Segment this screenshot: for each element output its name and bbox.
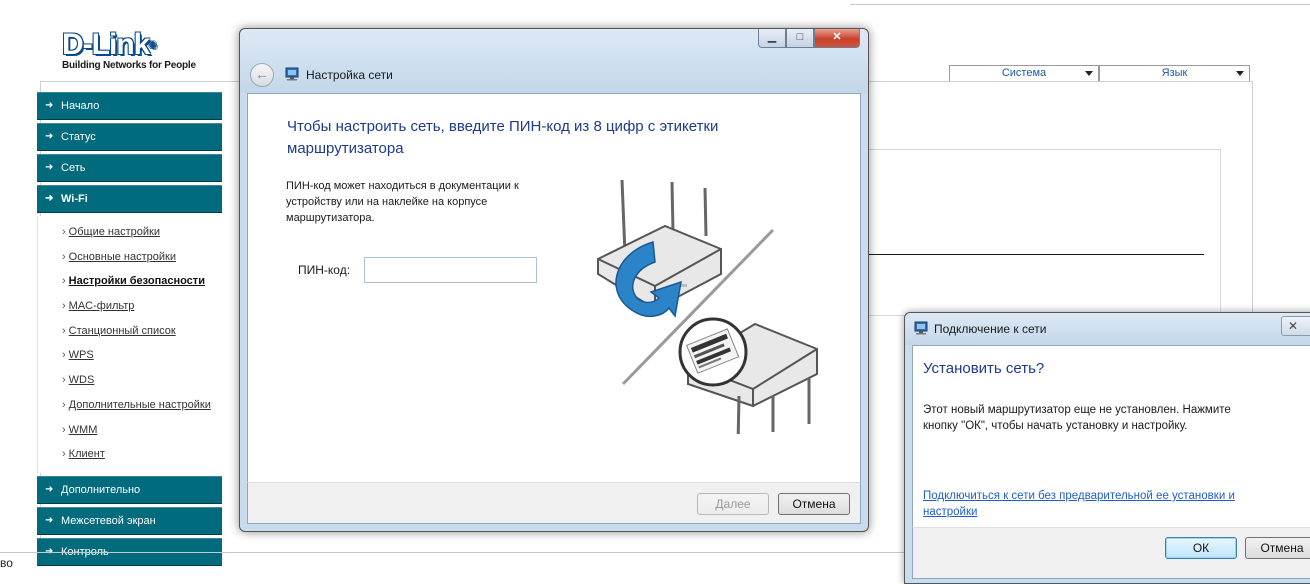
- submenu-item-mac-filter[interactable]: › MAC-фильтр: [38, 294, 222, 319]
- bullet-icon: ›: [62, 275, 66, 288]
- arrow-right-icon: ➜: [45, 483, 54, 495]
- sidebar-item-firewall[interactable]: ➜ Межсетевой экран: [37, 506, 222, 535]
- system-select[interactable]: Система: [949, 65, 1099, 82]
- submenu-item-security[interactable]: › Настройки безопасности: [38, 269, 222, 294]
- submenu-item-wps[interactable]: › WPS: [38, 343, 222, 368]
- submenu-item-basic[interactable]: › Основные настройки: [38, 245, 222, 270]
- content-panel: [860, 149, 1221, 316]
- bullet-icon: ›: [62, 423, 66, 436]
- dialog-title: Настройка сети: [306, 68, 393, 82]
- arrow-right-icon: ➜: [45, 514, 54, 526]
- sidebar-item-label: Начало: [61, 100, 100, 112]
- router-label-illustration: [597, 179, 818, 434]
- network-icon: [285, 67, 299, 81]
- arrow-right-icon: ➜: [45, 100, 54, 111]
- close-button[interactable]: ✕: [814, 29, 860, 48]
- next-button[interactable]: Далее: [697, 493, 769, 515]
- bullet-icon: ›: [62, 374, 66, 387]
- dialog-body: Установить сеть? Этот новый маршрутизато…: [912, 345, 1310, 529]
- sidebar-item-label: Межсетевой экран: [61, 514, 156, 527]
- submenu-item-general[interactable]: › Общие настройки: [38, 220, 222, 245]
- language-select-label: Язык: [1161, 67, 1188, 79]
- sidebar-item-network[interactable]: ➜ Сеть: [37, 154, 222, 182]
- sidebar-item-wifi[interactable]: ➜ Wi-Fi: [37, 185, 222, 213]
- arrow-right-icon: ➜: [45, 131, 54, 142]
- dialog-heading: Чтобы настроить сеть, введите ПИН-код из…: [287, 118, 719, 157]
- cancel-button[interactable]: Отмена: [778, 493, 850, 515]
- bullet-icon: ›: [62, 349, 66, 362]
- back-button[interactable]: ←: [250, 63, 274, 87]
- submenu-item-label: WMM: [68, 423, 98, 436]
- dialog-description: ПИН-код может находиться в документации …: [286, 180, 519, 224]
- top-divider: [850, 4, 1310, 5]
- brand-tagline: Building Networks for People: [62, 60, 196, 71]
- sidebar-menu: ➜ Начало ➜ Статус ➜ Сеть ➜ Wi-Fi › Общие наст…: [37, 92, 222, 569]
- sidebar-item-additional[interactable]: ➜ Дополнительно: [37, 475, 222, 504]
- bullet-icon: ›: [62, 300, 66, 313]
- chevron-down-icon: [1236, 71, 1244, 76]
- submenu-item-wmm[interactable]: › WMM: [38, 418, 222, 443]
- chevron-down-icon: [1085, 71, 1093, 76]
- bullet-icon: ›: [62, 324, 66, 337]
- close-icon: ✕: [1288, 319, 1299, 333]
- sidebar-item-label: Дополнительно: [61, 483, 141, 496]
- pin-label: ПИН-код:: [298, 263, 351, 277]
- submenu-item-label: Общие настройки: [68, 226, 160, 238]
- submenu-item-label: Дополнительные настройки: [68, 398, 211, 411]
- sidebar-item-home[interactable]: ➜ Начало: [37, 92, 222, 120]
- arrow-right-icon: ➜: [45, 193, 54, 204]
- sidebar-item-label: Wi-Fi: [61, 193, 88, 205]
- registered-mark-icon: ®: [149, 40, 156, 50]
- bullet-icon: ›: [62, 250, 66, 263]
- dialog-footer: ОК Отмена: [912, 527, 1310, 579]
- dialog-title: Подключение к сети: [934, 322, 1047, 336]
- ok-button[interactable]: ОК: [1165, 537, 1237, 559]
- close-button[interactable]: ✕: [1281, 316, 1310, 336]
- sidebar-item-status[interactable]: ➜ Статус: [37, 123, 222, 151]
- submenu-item-label: WDS: [68, 374, 95, 387]
- connect-network-dialog: Подключение к сети ✕ Установить сеть? Эт…: [904, 312, 1310, 584]
- content-divider: [860, 254, 1204, 255]
- language-select[interactable]: Язык: [1099, 65, 1250, 82]
- submenu-item-label: Основные настройки: [68, 250, 176, 263]
- submenu-item-advanced[interactable]: › Дополнительные настройки: [38, 393, 222, 418]
- submenu-item-label: WPS: [68, 349, 94, 362]
- submenu-item-label: Настройки безопасности: [68, 275, 205, 288]
- pin-input[interactable]: [364, 257, 537, 283]
- submenu-item-label: Клиент: [68, 448, 105, 461]
- maximize-button[interactable]: □: [786, 29, 814, 48]
- dialog-body: Чтобы настроить сеть, введите ПИН-код из…: [247, 93, 861, 484]
- submenu-item-client[interactable]: › Клиент: [38, 442, 222, 467]
- system-select-label: Система: [1001, 67, 1047, 79]
- wifi-submenu: › Общие настройки › Основные настройки › На…: [37, 216, 222, 473]
- submenu-item-label: Станционный список: [68, 324, 176, 337]
- dialog-footer: Далее Отмена: [247, 482, 861, 524]
- sidebar-item-label: Статус: [61, 131, 96, 143]
- cancel-button[interactable]: Отмена: [1245, 537, 1310, 559]
- arrow-right-icon: ➜: [45, 162, 54, 173]
- submenu-item-station-list[interactable]: › Станционный список: [38, 319, 222, 344]
- network-icon: [914, 321, 928, 335]
- status-bar-text: во: [0, 556, 13, 570]
- dialog-heading: Установить сеть?: [923, 360, 1045, 377]
- submenu-item-wds[interactable]: › WDS: [38, 368, 222, 393]
- bullet-icon: ›: [62, 398, 66, 411]
- dialog-message: Этот новый маршрутизатор еще не установл…: [923, 404, 1231, 432]
- brand-name: D-Link: [62, 28, 150, 61]
- network-setup-dialog: ▁ □ ✕ ← Настройка сети Чтобы настроить с…: [239, 28, 869, 532]
- bullet-icon: ›: [62, 226, 66, 238]
- minimize-button[interactable]: ▁: [758, 29, 786, 48]
- bullet-icon: ›: [62, 448, 66, 461]
- sidebar-item-label: Сеть: [61, 162, 86, 174]
- connect-without-setup-link[interactable]: Подключиться к сети без предварительной …: [923, 488, 1273, 520]
- window-controls: ▁ □ ✕: [758, 29, 860, 48]
- submenu-item-label: MAC-фильтр: [68, 300, 135, 313]
- dlink-logo: D-Link® Building Networks for People: [62, 28, 196, 72]
